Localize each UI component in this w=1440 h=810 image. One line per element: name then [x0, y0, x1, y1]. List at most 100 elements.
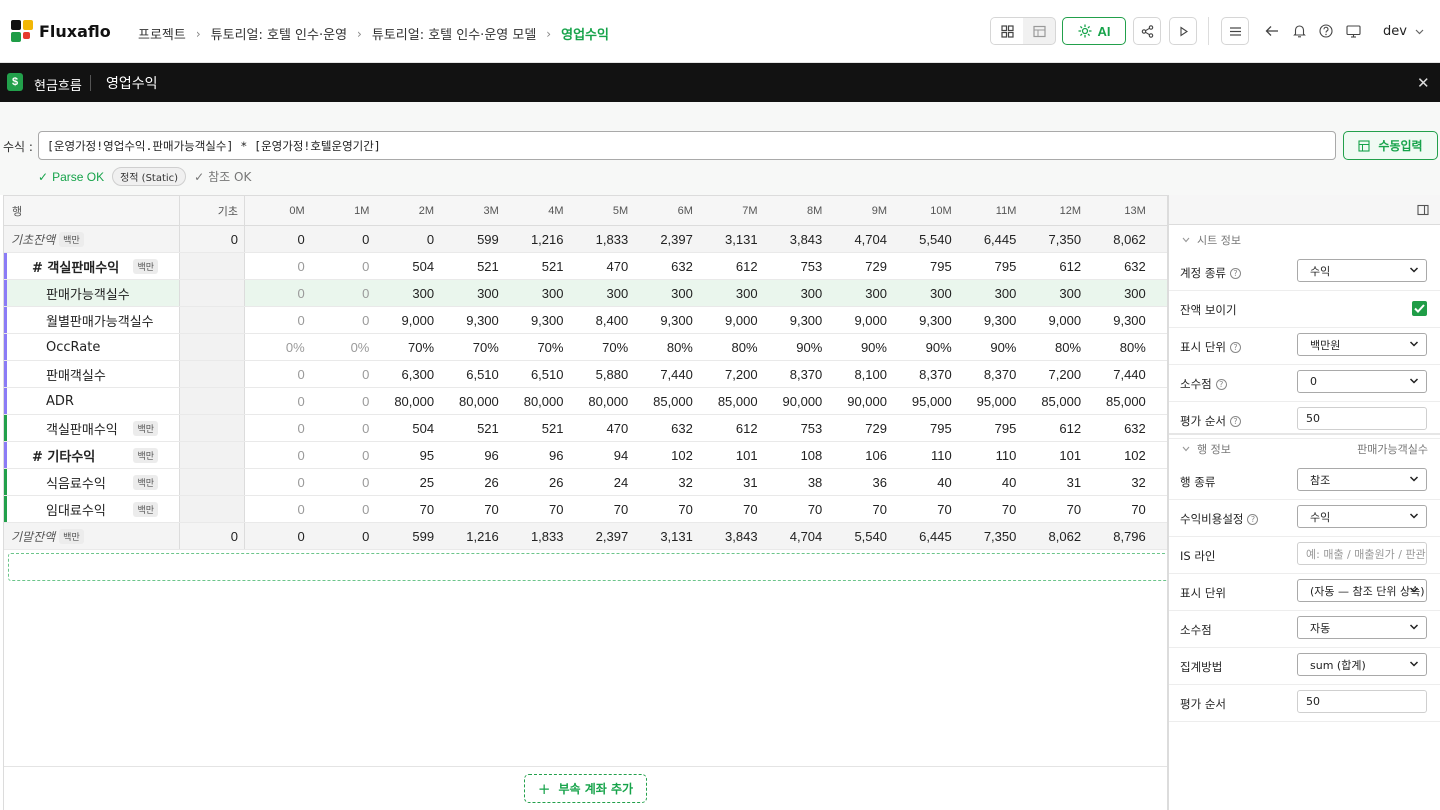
breadcrumb-item-projects[interactable]: 프로젝트 [138, 24, 186, 43]
menu-button[interactable] [1221, 17, 1249, 45]
value-cell[interactable]: 300 [633, 280, 698, 306]
value-cell[interactable]: 7,440 [633, 361, 698, 387]
value-cell[interactable]: 7,350 [957, 523, 1022, 549]
value-cell[interactable]: 300 [1086, 280, 1151, 306]
table-row[interactable]: # 객실판매수익 백만 0 0 504 521 521 470 632 612 753 729 795 7… [4, 253, 1167, 280]
value-cell[interactable]: 6,445 [892, 523, 957, 549]
row-name-cell[interactable]: # 객실판매수익 백만 [4, 253, 180, 279]
value-cell[interactable]: 102 [1086, 442, 1151, 468]
value-cell[interactable]: 80,000 [569, 388, 634, 414]
value-cell[interactable]: 470 [569, 415, 634, 441]
value-cell[interactable]: 612 [1021, 253, 1086, 279]
breadcrumb-item-tutorial[interactable]: 튜토리얼: 호텔 인수·운영 [211, 24, 347, 43]
app-logo[interactable]: Fluxaflo [11, 20, 111, 42]
value-cell[interactable]: 1,216 [504, 226, 569, 252]
run-button[interactable] [1169, 17, 1197, 45]
value-cell[interactable]: 9,000 [374, 307, 439, 333]
value-cell[interactable]: 70% [439, 334, 504, 360]
row-name-cell[interactable]: 판매객실수 [4, 361, 180, 387]
help-button[interactable] [1317, 22, 1335, 40]
present-button[interactable] [1344, 22, 1362, 40]
value-cell[interactable]: 8,370 [957, 361, 1022, 387]
panel-collapse-icon[interactable] [1417, 204, 1429, 216]
property-input[interactable]: 50 [1297, 407, 1427, 430]
user-menu[interactable]: dev [1383, 24, 1424, 39]
table-row[interactable]: ADR 0 0 80,000 80,000 80,000 80,000 85,000 85,00… [4, 388, 1167, 415]
base-value-cell[interactable] [180, 253, 245, 279]
row-name-cell[interactable]: 기초잔액 백만 [4, 226, 180, 252]
value-cell[interactable]: 729 [827, 253, 892, 279]
value-cell[interactable]: 8,370 [763, 361, 828, 387]
value-cell[interactable]: 9,300 [504, 307, 569, 333]
value-cell[interactable]: 94 [569, 442, 634, 468]
base-value-cell[interactable] [180, 307, 245, 333]
table-row[interactable]: 판매객실수 0 0 6,300 6,510 6,510 5,880 7,440 7,200 8,3… [4, 361, 1167, 388]
manual-input-button[interactable]: 수동입력 [1343, 131, 1438, 160]
property-select[interactable]: (자동 — 참조 단위 상속) [1297, 579, 1427, 602]
value-cell[interactable]: 0% [245, 334, 310, 360]
value-cell[interactable]: 795 [957, 415, 1022, 441]
table-row[interactable]: 객실판매수익 백만 0 0 504 521 521 470 632 612 753 729 795 795… [4, 415, 1167, 442]
value-cell[interactable]: 70% [504, 334, 569, 360]
value-cell[interactable]: 70% [374, 334, 439, 360]
value-cell[interactable]: 0 [310, 307, 375, 333]
value-cell[interactable]: 0% [310, 334, 375, 360]
help-icon[interactable]: ? [1229, 267, 1241, 279]
value-cell[interactable]: 300 [763, 280, 828, 306]
row-name-cell[interactable]: 식음료수익 백만 [4, 469, 180, 495]
table-row[interactable]: 기말잔액 백만 0 0 0 599 1,216 1,833 2,397 3,131 3,843 4,7… [4, 523, 1167, 550]
row-name-cell[interactable]: OccRate [4, 334, 180, 360]
value-cell[interactable]: 32 [633, 469, 698, 495]
value-cell[interactable]: 3,843 [698, 523, 763, 549]
value-cell[interactable]: 80% [633, 334, 698, 360]
value-cell[interactable]: 0 [310, 523, 375, 549]
formula-input[interactable]: [운영가정!영업수익.판매가능객실수] * [운영가정!호텔운영기간] [38, 131, 1336, 160]
value-cell[interactable]: 9,300 [439, 307, 504, 333]
table-view-button[interactable] [1023, 18, 1055, 44]
table-row[interactable]: 기초잔액 백만 0 0 0 0 599 1,216 1,833 2,397 3,131 3,843 4,… [4, 226, 1167, 253]
row-name-cell[interactable]: 기말잔액 백만 [4, 523, 180, 549]
value-cell[interactable]: 7,200 [698, 361, 763, 387]
value-cell[interactable]: 102 [633, 442, 698, 468]
value-cell[interactable]: 80,000 [504, 388, 569, 414]
value-cell[interactable]: 521 [439, 253, 504, 279]
value-cell[interactable]: 729 [827, 415, 892, 441]
value-cell[interactable]: 599 [439, 226, 504, 252]
value-cell[interactable]: 7,200 [1021, 361, 1086, 387]
value-cell[interactable]: 90% [892, 334, 957, 360]
close-icon[interactable]: ✕ [1417, 74, 1430, 92]
value-cell[interactable]: 70 [569, 496, 634, 522]
value-cell[interactable]: 7,350 [1021, 226, 1086, 252]
row-name-cell[interactable]: 객실판매수익 백만 [4, 415, 180, 441]
value-cell[interactable]: 95 [374, 442, 439, 468]
value-cell[interactable]: 70 [439, 496, 504, 522]
value-cell[interactable]: 300 [569, 280, 634, 306]
value-cell[interactable]: 0 [310, 361, 375, 387]
value-cell[interactable]: 0 [310, 442, 375, 468]
value-cell[interactable]: 521 [504, 415, 569, 441]
base-value-cell[interactable] [180, 496, 245, 522]
value-cell[interactable]: 8,796 [1086, 523, 1151, 549]
value-cell[interactable]: 8,370 [892, 361, 957, 387]
share-button[interactable] [1133, 17, 1161, 45]
value-cell[interactable]: 2,397 [633, 226, 698, 252]
value-cell[interactable]: 9,000 [698, 307, 763, 333]
value-cell[interactable]: 0 [245, 361, 310, 387]
value-cell[interactable]: 6,445 [957, 226, 1022, 252]
value-cell[interactable]: 300 [1021, 280, 1086, 306]
value-cell[interactable]: 25 [374, 469, 439, 495]
value-cell[interactable]: 5,880 [569, 361, 634, 387]
value-cell[interactable]: 85,000 [698, 388, 763, 414]
value-cell[interactable]: 521 [439, 415, 504, 441]
value-cell[interactable]: 32 [1086, 469, 1151, 495]
value-cell[interactable]: 3,843 [763, 226, 828, 252]
value-cell[interactable]: 70 [374, 496, 439, 522]
value-cell[interactable]: 90% [827, 334, 892, 360]
value-cell[interactable]: 70 [763, 496, 828, 522]
value-cell[interactable]: 0 [245, 523, 310, 549]
value-cell[interactable]: 300 [504, 280, 569, 306]
value-cell[interactable]: 795 [892, 415, 957, 441]
base-value-cell[interactable] [180, 334, 245, 360]
base-value-cell[interactable] [180, 388, 245, 414]
value-cell[interactable]: 8,062 [1021, 523, 1086, 549]
